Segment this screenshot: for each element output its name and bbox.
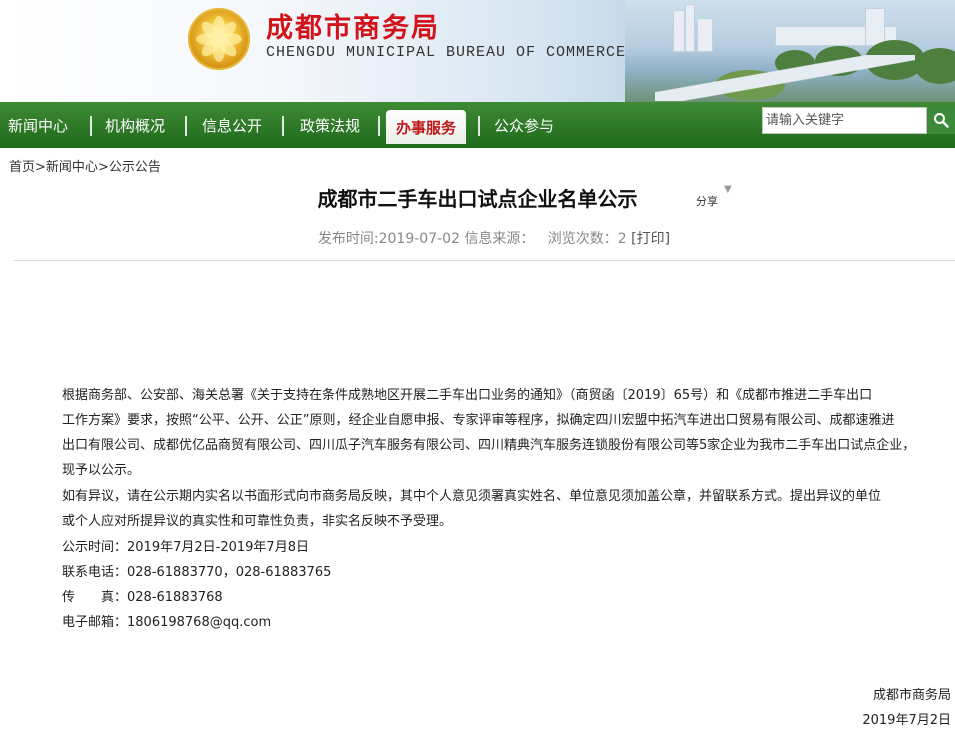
building bbox=[673, 10, 685, 52]
article-meta: 发布时间:2019-07-02 信息来源： 浏览次数：2 [打印] bbox=[0, 228, 955, 248]
published-date: 2019-07-02 bbox=[378, 231, 460, 247]
search-input[interactable] bbox=[762, 107, 927, 134]
nav-item-participation[interactable]: 公众参与 bbox=[486, 102, 562, 148]
tree bbox=[915, 48, 955, 84]
email-value[interactable]: 1806198768@qq.com bbox=[127, 615, 271, 630]
body-line: 工作方案》要求，按照“公平、公开、公正”原则，经企业自愿申报、专家评审等程序，拟… bbox=[62, 413, 895, 428]
signature-org: 成都市商务局 bbox=[872, 688, 951, 703]
fax-row: 传 真：028-61883768 bbox=[62, 586, 223, 605]
article-title: 成都市二手车出口试点企业名单公示 bbox=[317, 187, 638, 211]
published-label: 发布时间: bbox=[317, 231, 379, 247]
signature-date: 2019年7月2日 bbox=[862, 713, 951, 728]
nav-item-services[interactable]: 办事服务 bbox=[386, 110, 467, 144]
phone-label: 联系电话： bbox=[62, 565, 128, 580]
nav-separator bbox=[282, 116, 284, 136]
period-label: 公示时间： bbox=[62, 540, 128, 555]
divider bbox=[14, 260, 955, 261]
building bbox=[697, 18, 713, 52]
breadcrumb-separator: > bbox=[97, 160, 109, 175]
nav-item-news[interactable]: 新闻中心 bbox=[0, 102, 76, 148]
fax-label: 传 真： bbox=[62, 590, 128, 605]
views-count: 2 bbox=[617, 231, 627, 247]
nav-separator bbox=[378, 116, 380, 136]
breadcrumb-news[interactable]: 新闻中心 bbox=[46, 160, 98, 175]
email-row: 电子邮箱：1806198768@qq.com bbox=[62, 611, 271, 630]
phone-row: 联系电话：028-61883770，028-61883765 bbox=[62, 561, 331, 580]
site-subtitle: CHENGDU MUNICIPAL BUREAU OF COMMERCE bbox=[266, 44, 627, 61]
nav-separator bbox=[478, 116, 480, 136]
body-line: 如有异议，请在公示期内实名以书面形式向市商务局反映，其中个人意见须署真实姓名、单… bbox=[62, 489, 882, 504]
email-label: 电子邮箱： bbox=[62, 615, 128, 630]
search-icon bbox=[934, 113, 949, 128]
site-title: 成都市商务局 bbox=[266, 13, 440, 44]
search-button[interactable] bbox=[927, 107, 955, 134]
body-line: 或个人应对所提异议的真实性和可靠性负责，非实名反映不予受理。 bbox=[62, 514, 453, 529]
header-banner: 成都市商务局 CHENGDU MUNICIPAL BUREAU OF COMME… bbox=[0, 0, 955, 102]
nav-item-organization[interactable]: 机构概况 bbox=[97, 102, 173, 148]
nav-separator bbox=[185, 116, 187, 136]
phone-value: 028-61883770，028-61883765 bbox=[127, 565, 332, 580]
article-title-wrap: 成都市二手车出口试点企业名单公示 bbox=[0, 183, 955, 212]
breadcrumb-separator: > bbox=[35, 160, 46, 175]
building bbox=[685, 4, 695, 52]
breadcrumb-announcements[interactable]: 公示公告 bbox=[109, 160, 161, 175]
source-label: 信息来源： bbox=[464, 231, 535, 247]
views-label: 浏览次数： bbox=[547, 231, 618, 247]
share-button[interactable]: 分享 bbox=[696, 193, 718, 209]
fax-value: 028-61883768 bbox=[127, 590, 223, 605]
chevron-down-icon[interactable]: ▼ bbox=[724, 184, 732, 195]
building bbox=[865, 8, 885, 46]
road-graphic bbox=[655, 55, 915, 101]
body-line: 出口有限公司、成都优亿品商贸有限公司、四川瓜子汽车服务有限公司、四川精典汽车服务… bbox=[62, 438, 916, 453]
nav-separator bbox=[90, 116, 92, 136]
bureau-logo-icon bbox=[188, 8, 250, 70]
print-button[interactable]: [打印] bbox=[631, 231, 670, 247]
body-line: 根据商务部、公安部、海关总署《关于支持在条件成熟地区开展二手车出口业务的通知》（… bbox=[62, 388, 873, 403]
breadcrumb: 首页>新闻中心>公示公告 bbox=[9, 156, 161, 175]
period-row: 公示时间：2019年7月2日-2019年7月8日 bbox=[62, 536, 309, 555]
body-line: 现予以公示。 bbox=[62, 463, 141, 478]
period-value: 2019年7月2日-2019年7月8日 bbox=[127, 540, 309, 555]
nav-item-disclosure[interactable]: 信息公开 bbox=[194, 102, 270, 148]
nav-item-policies[interactable]: 政策法规 bbox=[292, 102, 368, 148]
breadcrumb-home[interactable]: 首页 bbox=[9, 160, 35, 175]
